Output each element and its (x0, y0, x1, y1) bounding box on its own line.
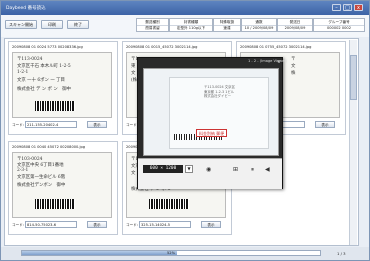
info-mail-type: 郵送種別 簡易書留 (136, 18, 169, 32)
image-viewer: 1 - 2 - (Image Viewer) x 〒113-0024 文京区 東… (137, 57, 287, 189)
vertical-scrollbar[interactable] (349, 40, 357, 245)
app-window: Daybeed 番号読込 – □ x スキャン開始 印刷 終了 郵送種別 簡易書… (0, 0, 370, 261)
resolution-dropdown[interactable]: ▼ (185, 165, 193, 173)
resolution-display: 600 × 1200 (143, 165, 183, 173)
scan-card[interactable]: 20090808 01 0040 45072 00208000.jpg 〒103… (8, 141, 118, 235)
print-button[interactable]: 印刷 (41, 20, 63, 29)
info-envelope-type: 封書種類 定型外 110g以下 (169, 18, 213, 32)
scrollbar-thumb[interactable] (350, 55, 357, 100)
envelope-thumbnail[interactable]: 〒113-0024 文京区千石 本木ル町 1-2-5 1-2-1 文京 一十 6… (12, 52, 112, 118)
show-button[interactable]: 表示 (201, 221, 221, 228)
info-count: 通数 10 / 2009/08/09 (241, 18, 277, 32)
maximize-button[interactable]: □ (343, 4, 352, 11)
scan-start-button[interactable]: スキャン開始 (5, 20, 37, 29)
minimize-button[interactable]: – (332, 4, 341, 11)
title-bar: Daybeed 番号読込 – □ x (1, 1, 369, 15)
toolbar: スキャン開始 印刷 終了 郵送種別 簡易書留 封書種類 定型外 110g以下 特… (1, 15, 369, 37)
show-button[interactable]: 表示 (87, 221, 107, 228)
barcode (35, 199, 75, 209)
info-group-number: グループ番号 000002 0002 (313, 18, 365, 32)
info-ship-date: 発送日 2009/08/09 (277, 18, 313, 32)
viewer-title: 1 - 2 - (Image Viewer) (248, 59, 288, 63)
info-special-handling: 特殊取扱 速達 (213, 18, 241, 32)
pause-icon[interactable]: ⏸ (251, 166, 254, 174)
card-filename: 20090808 01 0024 5773 00208336.jpg (12, 45, 83, 49)
code-field[interactable]: 211-155-20402-4 (25, 121, 77, 128)
status-bar: 52% 1 / 3 (1, 247, 369, 260)
save-icon[interactable]: ⊞ (233, 166, 238, 173)
card-filename: 20090808 01 0755_45072 3002114.jpg (240, 45, 312, 49)
viewer-close-button[interactable]: x (278, 59, 280, 64)
window-title: Daybeed 番号読込 (6, 6, 46, 11)
show-button[interactable]: 表示 (87, 121, 107, 128)
show-button[interactable]: 表示 (315, 121, 335, 128)
barcode (35, 101, 75, 111)
progress-text: 52% (167, 251, 175, 255)
exit-button[interactable]: 終了 (67, 20, 89, 29)
postage-stamp: 料金別納 郵便 (196, 129, 228, 137)
scan-card[interactable]: 20090808 01 0024 5773 00208336.jpg 〒113-… (8, 41, 118, 135)
card-filename: 20090808 01 0040 45072 00208000.jpg (12, 145, 86, 149)
envelope-thumbnail[interactable]: 〒103-0024 文京区中央 6丁目1番地 2-3-1 文京区第一生命ビル 6… (12, 152, 112, 218)
progress-bar: 52% (21, 250, 321, 256)
camera-icon[interactable]: ◉ (206, 166, 211, 173)
code-field[interactable]: 325-15-14024-5 (139, 221, 191, 228)
envelope-image: 〒113-0024 文京区 東京都 1-2-3 1ビル 株式会社ダイビー 料金別… (143, 68, 279, 156)
back-icon[interactable]: ◀ (265, 166, 270, 173)
barcode (149, 199, 189, 209)
close-button[interactable]: x (354, 4, 363, 11)
card-filename: 20090808 01 0015_45072 3002114.jpg (126, 45, 198, 49)
code-field[interactable]: 814-50-75023-6 (25, 221, 77, 228)
envelope-address: 〒113-0024 文京区 東京都 1-2-3 1ビル 株式会社ダイビー (204, 85, 235, 98)
page-count: 1 / 3 (337, 251, 346, 256)
viewer-controls: 600 × 1200 ▼ ◉ ⊞ ⏸ ◀ (138, 158, 282, 189)
